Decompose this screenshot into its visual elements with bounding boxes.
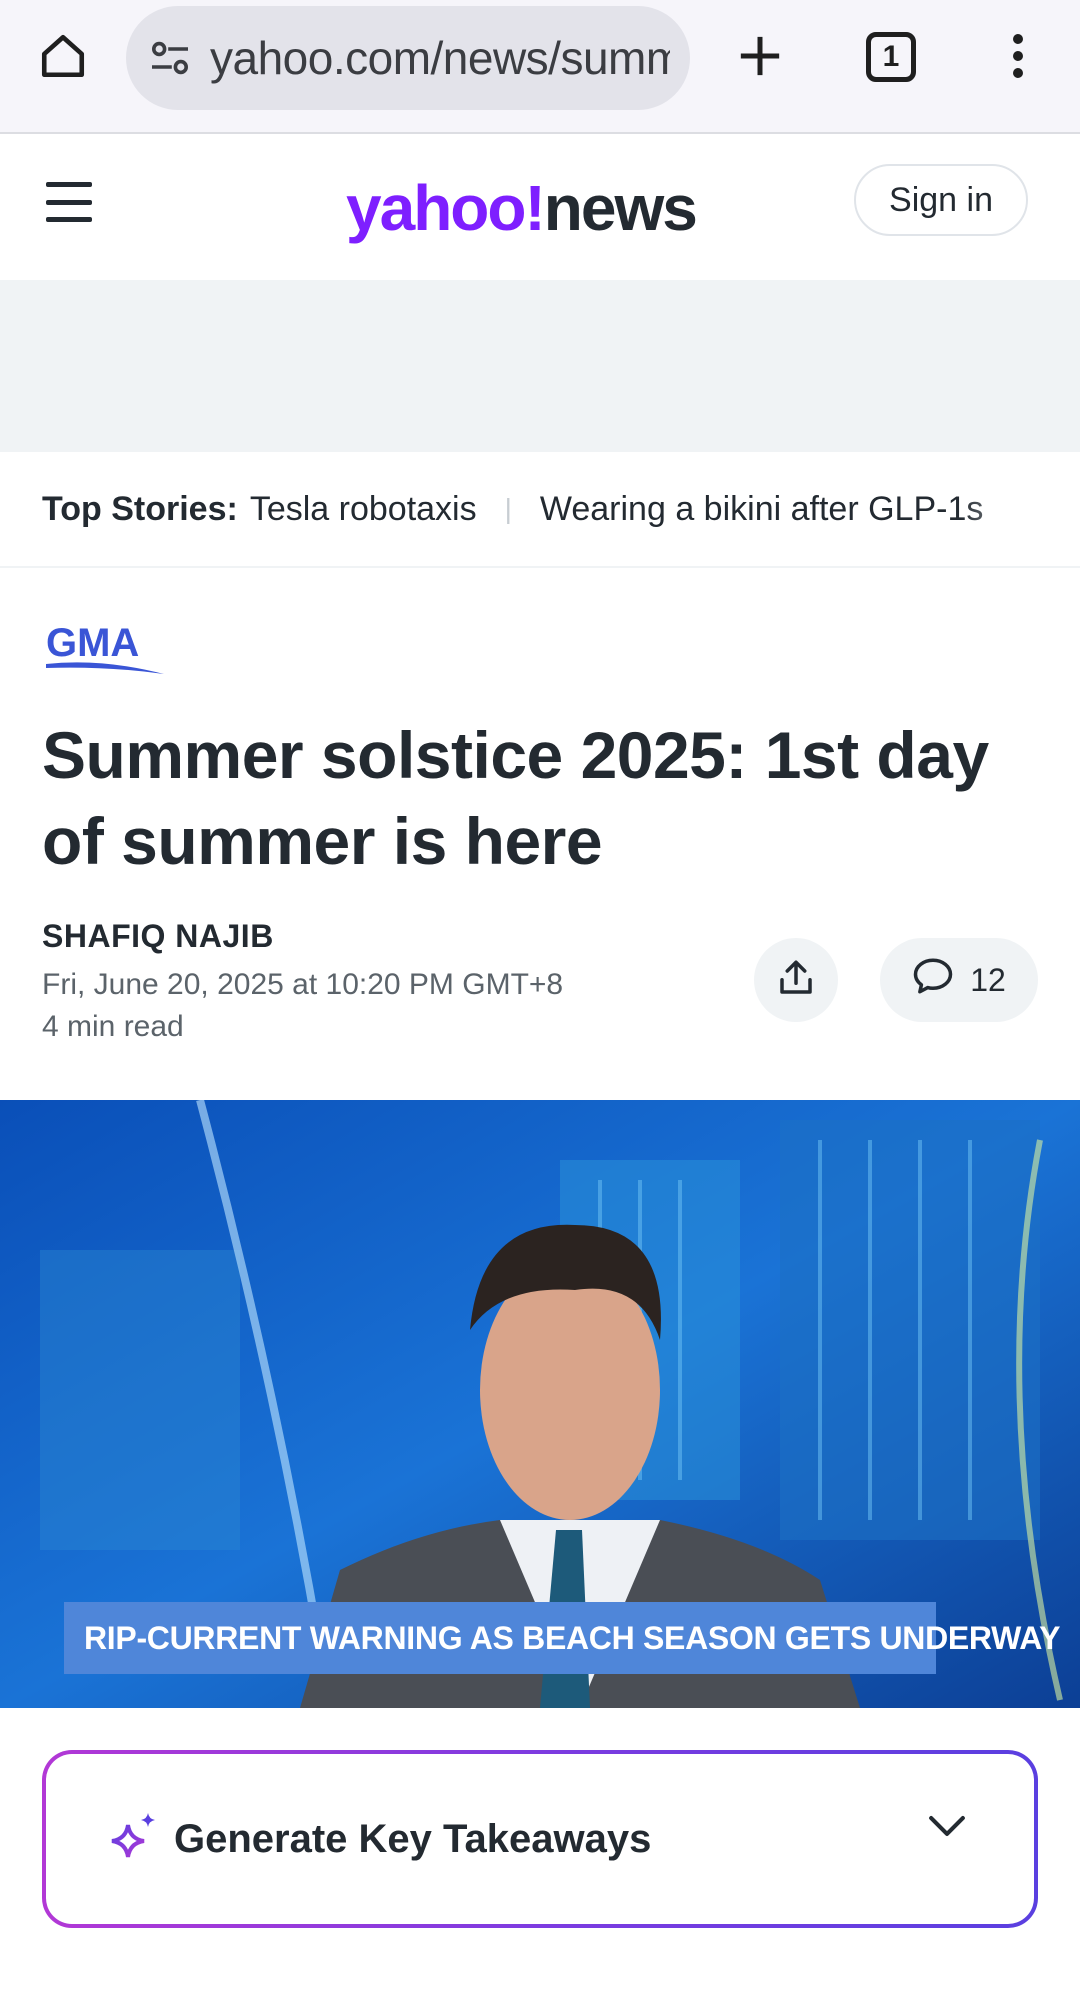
- yahoo-news-logo[interactable]: yahoo!news: [346, 158, 698, 258]
- top-stories-label: Top Stories:: [42, 489, 238, 528]
- top-stories-bar: Top Stories: Tesla robotaxis | Wearing a…: [0, 452, 1080, 568]
- new-tab-plus-icon[interactable]: [730, 26, 790, 86]
- address-bar[interactable]: yahoo.com/news/summ: [126, 6, 690, 110]
- svg-text:GMA: GMA: [46, 621, 139, 665]
- video-lower-third: RIP-CURRENT WARNING AS BEACH SEASON GETS…: [64, 1602, 1061, 1674]
- share-icon: [775, 957, 817, 1004]
- takeaways-label: Generate Key Takeaways: [174, 1816, 652, 1861]
- chevron-down-icon: [928, 1814, 966, 1843]
- top-story-link[interactable]: Tesla robotaxis: [250, 490, 477, 529]
- more-vert-icon[interactable]: [998, 28, 1038, 84]
- ad-placeholder: [0, 280, 1080, 452]
- gma-logo[interactable]: GMA: [42, 618, 168, 678]
- author-name[interactable]: SHAFIQ NAJIB: [42, 918, 274, 955]
- site-settings-icon[interactable]: [144, 32, 196, 84]
- menu-icon[interactable]: [46, 182, 92, 222]
- divider: |: [504, 493, 512, 524]
- tab-switcher-icon[interactable]: 1: [866, 32, 916, 82]
- read-time: 4 min read: [42, 1010, 184, 1043]
- top-story-link[interactable]: Wearing a bikini after GLP-1s: [540, 490, 983, 529]
- share-button[interactable]: [754, 938, 838, 1022]
- site-header: yahoo!news Sign in: [0, 136, 1080, 280]
- comments-button[interactable]: 12: [880, 938, 1038, 1022]
- home-icon[interactable]: [34, 26, 92, 86]
- sparkle-icon: [110, 1811, 158, 1868]
- sign-in-button[interactable]: Sign in: [854, 164, 1028, 236]
- generate-key-takeaways-button[interactable]: Generate Key Takeaways: [42, 1750, 1038, 1928]
- browser-toolbar: yahoo.com/news/summ 1: [0, 0, 1080, 134]
- url-text[interactable]: yahoo.com/news/summ: [210, 31, 670, 85]
- comment-count: 12: [970, 961, 1006, 998]
- publish-date: Fri, June 20, 2025 at 10:20 PM GMT+8: [42, 968, 564, 1001]
- article-headline: Summer solstice 2025: 1st day of summer …: [42, 718, 989, 878]
- tab-count: 1: [882, 40, 900, 73]
- comment-icon: [912, 956, 954, 1004]
